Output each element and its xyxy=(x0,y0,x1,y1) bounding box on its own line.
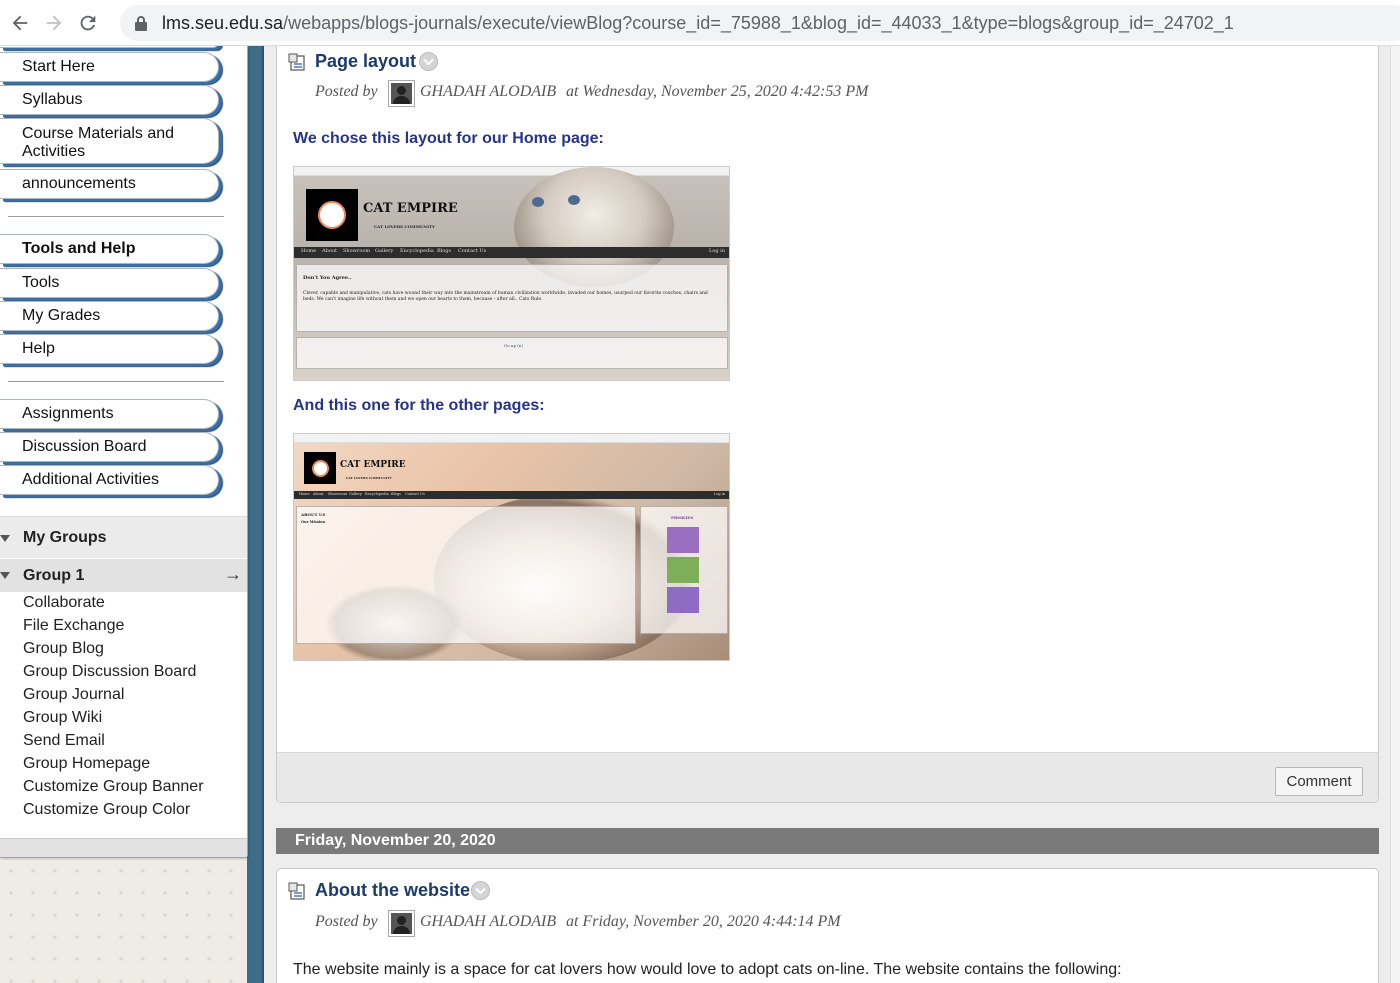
thumb-section-title: ABOUT US xyxy=(301,512,326,517)
post-title[interactable]: Page layout xyxy=(315,51,416,72)
thumb-side-title: FRISKIES xyxy=(671,515,694,520)
comment-button[interactable]: Comment xyxy=(1275,767,1363,796)
forward-arrow-icon[interactable] xyxy=(40,9,68,37)
course-menu-announcements[interactable]: announcements xyxy=(0,169,219,199)
group-link-journal[interactable]: Group Journal xyxy=(23,686,124,704)
product-image xyxy=(667,557,699,583)
cat-eye xyxy=(568,195,580,205)
thumb-section-sub: Our Mission xyxy=(301,520,326,524)
blog-post xyxy=(276,46,1379,803)
thumb-browser-bar xyxy=(294,434,729,443)
post-heading-home-layout: We chose this layout for our Home page: xyxy=(293,130,604,147)
home-layout-screenshot: CAT EMPIRE CAT LOVERS COMMUNITY Home Abo… xyxy=(293,166,730,381)
group-link-send-email[interactable]: Send Email xyxy=(23,732,105,750)
group-link-customize-banner[interactable]: Customize Group Banner xyxy=(23,778,204,796)
course-menu-tools[interactable]: Tools xyxy=(0,268,219,298)
course-menu-my-grades[interactable]: My Grades xyxy=(0,301,219,331)
post-author: GHADAH ALODAIB xyxy=(420,83,557,100)
avatar xyxy=(388,80,415,107)
my-groups-header[interactable]: My Groups xyxy=(0,516,247,558)
collapse-triangle-icon xyxy=(0,535,10,542)
thumb-panel-text: Clever, capable and manipulative, cats h… xyxy=(303,291,708,302)
address-bar[interactable]: lms.seu.edu.sa/webapps/blogs-journals/ex… xyxy=(120,5,1400,41)
group-link-customize-color[interactable]: Customize Group Color xyxy=(23,801,190,819)
menu-divider xyxy=(8,216,224,217)
back-arrow-icon[interactable] xyxy=(6,9,34,37)
post-body: The website mainly is a space for cat lo… xyxy=(293,961,1122,978)
other-pages-layout-screenshot: CAT EMPIRE CAT LOVERS COMMUNITY Home Abo… xyxy=(293,433,730,661)
thumb-browser-bar xyxy=(294,167,729,176)
group-1-header[interactable]: Group 1 → xyxy=(0,559,247,592)
posted-by-label: Posted by xyxy=(315,913,378,930)
course-menu-start-here[interactable]: Start Here xyxy=(0,52,219,82)
thumb-brand: CAT EMPIRE xyxy=(340,460,406,470)
menu-footer xyxy=(0,838,247,857)
thumb-nav: Home About Showroom Gallery Encyclopedia… xyxy=(294,491,729,499)
group-link-wiki[interactable]: Group Wiki xyxy=(23,709,102,727)
thumb-nav: Home About Showroom Gallery Encyclopedia… xyxy=(294,247,729,258)
date-header-text: Friday, November 20, 2020 xyxy=(295,832,496,849)
thumb-content-panel: Don't You Agree.. Clever, capable and ma… xyxy=(296,264,728,332)
chevron-down-icon[interactable] xyxy=(419,52,438,71)
thumb-brand: CAT EMPIRE xyxy=(363,201,458,216)
product-image xyxy=(667,587,699,613)
group-link-group-blog[interactable]: Group Blog xyxy=(23,640,104,658)
menu-divider xyxy=(8,381,224,382)
collapse-triangle-icon xyxy=(0,572,10,579)
thumb-logo xyxy=(306,189,358,241)
group-link-homepage[interactable]: Group Homepage xyxy=(23,755,150,773)
avatar xyxy=(388,910,415,937)
thumb-panel-title: Don't You Agree.. xyxy=(303,275,352,281)
course-menu-additional-activities[interactable]: Additional Activities xyxy=(0,465,219,495)
lock-icon xyxy=(135,16,147,31)
url-text: lms.seu.edu.sa/webapps/blogs-journals/ex… xyxy=(162,12,1234,33)
post-footer xyxy=(277,752,1378,802)
page-scrollbar[interactable] xyxy=(1390,46,1400,983)
thumb-logo xyxy=(304,452,336,484)
banner-strip-edge xyxy=(262,46,264,983)
group-link-discussion-board[interactable]: Group Discussion Board xyxy=(23,663,196,681)
post-timestamp: at Wednesday, November 25, 2020 4:42:53 … xyxy=(566,83,869,100)
product-image xyxy=(667,527,699,553)
course-menu-tools-and-help[interactable]: Tools and Help xyxy=(0,234,219,264)
course-menu-course-materials[interactable]: Course Materials and Activities xyxy=(0,118,219,164)
group-link-file-exchange[interactable]: File Exchange xyxy=(23,617,124,635)
thumb-tagline: CAT LOVERS COMMUNITY xyxy=(346,476,392,480)
my-groups-title: My Groups xyxy=(23,528,107,546)
group-1-title: Group 1 xyxy=(23,566,85,584)
date-header: Friday, November 20, 2020 xyxy=(276,828,1379,854)
course-menu: Start Here Syllabus Course Materials and… xyxy=(0,46,248,858)
course-menu-syllabus[interactable]: Syllabus xyxy=(0,85,219,115)
thumb-tagline: CAT LOVERS COMMUNITY xyxy=(374,224,435,229)
post-timestamp: at Friday, November 20, 2020 4:44:14 PM xyxy=(566,913,841,930)
reload-icon[interactable] xyxy=(74,9,102,37)
cat-eye xyxy=(532,197,544,207)
post-heading-other-layout: And this one for the other pages: xyxy=(293,397,545,414)
course-menu-discussion-board[interactable]: Discussion Board xyxy=(0,432,219,462)
course-menu-item-cut xyxy=(0,46,219,48)
group-link-collaborate[interactable]: Collaborate xyxy=(23,594,105,612)
blog-entry-icon xyxy=(288,882,305,900)
thumb-footer-link: Go up (n) xyxy=(504,343,523,348)
post-title[interactable]: About the website xyxy=(315,880,470,901)
thumb-main-panel: ABOUT US Our Mission xyxy=(296,506,636,644)
right-arrow-icon[interactable]: → xyxy=(224,564,242,585)
blog-entry-icon xyxy=(288,53,305,71)
thumb-footer-panel: Go up (n) xyxy=(296,337,728,369)
posted-by-label: Posted by xyxy=(315,83,378,100)
thumb-side-panel: FRISKIES xyxy=(640,506,728,634)
course-menu-help[interactable]: Help xyxy=(0,334,219,364)
browser-toolbar: lms.seu.edu.sa/webapps/blogs-journals/ex… xyxy=(0,0,1400,46)
course-menu-assignments[interactable]: Assignments xyxy=(0,399,219,429)
post-author: GHADAH ALODAIB xyxy=(420,913,557,930)
chevron-down-icon[interactable] xyxy=(471,881,490,900)
